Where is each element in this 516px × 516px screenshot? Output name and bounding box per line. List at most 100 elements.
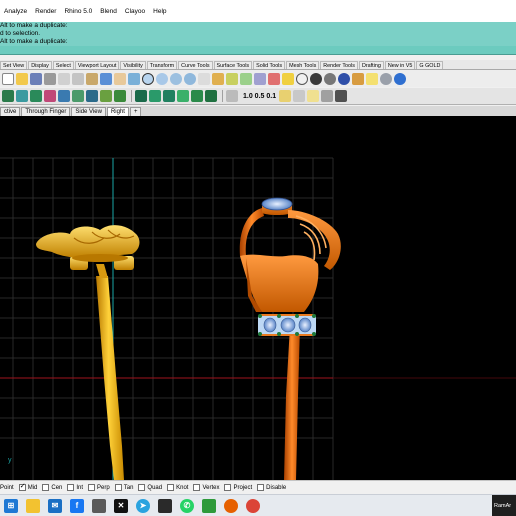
osnap-cen[interactable]: Cen — [42, 484, 62, 491]
mail-icon[interactable]: ✉ — [48, 498, 62, 513]
tab-visibility[interactable]: Visibility — [120, 61, 146, 69]
select-icon[interactable] — [198, 72, 210, 85]
file-explorer-icon[interactable] — [26, 498, 40, 513]
osnap-int[interactable]: Int — [67, 484, 83, 491]
capcut-icon[interactable]: ✕ — [114, 498, 128, 513]
mesh-tool-icon[interactable] — [135, 90, 147, 102]
help-icon[interactable] — [394, 72, 406, 85]
cutter-tool-icon[interactable] — [58, 90, 70, 102]
tab-right[interactable]: Right — [106, 107, 129, 116]
osnap-mid-checkbox[interactable] — [18, 482, 26, 491]
tab-curve-tools[interactable]: Curve Tools — [178, 61, 213, 69]
zoom-selected-icon[interactable] — [184, 72, 196, 85]
camera-icon[interactable] — [335, 90, 348, 102]
note-icon[interactable] — [307, 90, 320, 102]
print-icon[interactable] — [44, 72, 56, 85]
tab-g-gold[interactable]: G GOLD — [416, 61, 444, 69]
zoom-icon[interactable] — [142, 72, 154, 85]
firefox-icon[interactable] — [224, 498, 238, 513]
move-icon[interactable] — [212, 72, 224, 85]
rhino-icon[interactable] — [158, 498, 172, 513]
osnap-knot-checkbox[interactable] — [167, 484, 175, 491]
osnap-disable-checkbox[interactable] — [257, 484, 265, 491]
osnap-tan-checkbox[interactable] — [114, 484, 122, 491]
open-file-icon[interactable] — [16, 72, 28, 85]
prong-tool-icon[interactable] — [30, 90, 42, 102]
osnap-perp[interactable]: Perp — [88, 484, 110, 491]
shaded-sphere-icon[interactable] — [296, 72, 308, 85]
osnap-knot[interactable]: Knot — [167, 484, 188, 491]
osnap-mid[interactable]: Mid — [18, 482, 37, 491]
cube-tool-icon[interactable] — [191, 90, 203, 102]
copy-object-icon[interactable] — [226, 72, 238, 85]
array-tool-icon[interactable] — [86, 90, 98, 102]
whatsapp-icon[interactable]: ✆ — [180, 498, 194, 513]
store-icon[interactable] — [92, 498, 106, 513]
windows-start-icon[interactable]: ⊞ — [4, 498, 18, 513]
facebook-icon[interactable]: f — [70, 498, 84, 513]
osnap-project-checkbox[interactable] — [224, 484, 232, 491]
osnap-project[interactable]: Project — [224, 484, 252, 491]
tab-select[interactable]: Select — [52, 61, 74, 69]
osnap-int-checkbox[interactable] — [67, 484, 75, 491]
osnap-vertex[interactable]: Vertex — [193, 484, 219, 491]
paste-icon[interactable] — [86, 72, 98, 85]
shank-tool-icon[interactable] — [163, 90, 175, 102]
undo-icon[interactable] — [100, 72, 112, 85]
light-icon[interactable] — [366, 72, 378, 85]
tab-surface-tools[interactable]: Surface Tools — [213, 61, 253, 69]
rotate-icon[interactable] — [240, 72, 252, 85]
tab-viewport-layout[interactable]: Viewport Layout — [74, 61, 120, 69]
tab-display[interactable]: Display — [28, 61, 52, 69]
osnap-quad-checkbox[interactable] — [138, 484, 146, 491]
tab-through-finger[interactable]: Through Finger — [21, 107, 71, 116]
rendered-sphere-icon[interactable] — [338, 72, 350, 85]
flow-tool-icon[interactable] — [100, 90, 112, 102]
calculator-icon[interactable] — [293, 90, 306, 102]
tab-viewport-active[interactable]: ctive — [0, 107, 21, 116]
increment-values[interactable]: 1.0 0.5 0.1 — [243, 93, 276, 100]
chrome-icon[interactable] — [246, 498, 260, 513]
tab-add-viewport[interactable]: + — [129, 107, 142, 116]
head-tool-icon[interactable] — [177, 90, 189, 102]
menu-rhino5[interactable]: Rhino 5.0 — [60, 8, 96, 15]
bezel-tool-icon[interactable] — [72, 90, 84, 102]
tab-solid-tools[interactable]: Solid Tools — [253, 61, 286, 69]
ghosted-sphere-icon[interactable] — [324, 72, 336, 85]
tab-render-tools[interactable]: Render Tools — [320, 61, 358, 69]
zoom-extents-icon[interactable] — [170, 72, 182, 85]
photo-icon[interactable] — [321, 90, 334, 102]
gauge-icon[interactable] — [226, 90, 238, 102]
copy-icon[interactable] — [72, 72, 84, 85]
tab-drafting[interactable]: Drafting — [358, 61, 384, 69]
osnap-point[interactable]: Point — [0, 485, 14, 491]
zoom-window-icon[interactable] — [156, 72, 168, 85]
rotate-view-icon[interactable] — [128, 72, 140, 85]
properties-icon[interactable] — [282, 72, 294, 85]
menu-render[interactable]: Render — [31, 8, 60, 15]
right-viewport[interactable]: y — [0, 116, 516, 480]
osnap-disable[interactable]: Disable — [257, 484, 286, 491]
matrix-app-icon[interactable] — [202, 498, 216, 513]
tab-new-in-v5[interactable]: New in V5 — [384, 61, 416, 69]
save-icon[interactable] — [30, 72, 42, 85]
tab-set-view[interactable]: Set View — [0, 61, 28, 69]
tab-transform[interactable]: Transform — [146, 61, 178, 69]
cut-icon[interactable] — [58, 72, 70, 85]
osnap-quad[interactable]: Quad — [138, 484, 162, 491]
osnap-tan[interactable]: Tan — [114, 484, 133, 491]
osnap-cen-checkbox[interactable] — [42, 484, 50, 491]
gem-tool-icon[interactable] — [16, 90, 28, 102]
pan-hand-icon[interactable] — [114, 72, 126, 85]
osnap-perp-checkbox[interactable] — [88, 484, 96, 491]
new-file-icon[interactable] — [2, 72, 14, 85]
menu-clayoo[interactable]: Clayoo — [121, 8, 149, 15]
tab-mesh-tools[interactable]: Mesh Tools — [286, 61, 320, 69]
ring-tool-icon[interactable] — [2, 90, 14, 102]
menu-blend[interactable]: Blend — [96, 8, 121, 15]
command-prompt-input[interactable] — [0, 46, 516, 55]
scale-icon[interactable] — [254, 72, 266, 85]
profile-tool-icon[interactable] — [114, 90, 126, 102]
box-tool-icon[interactable] — [205, 90, 217, 102]
layers-icon[interactable] — [268, 72, 280, 85]
